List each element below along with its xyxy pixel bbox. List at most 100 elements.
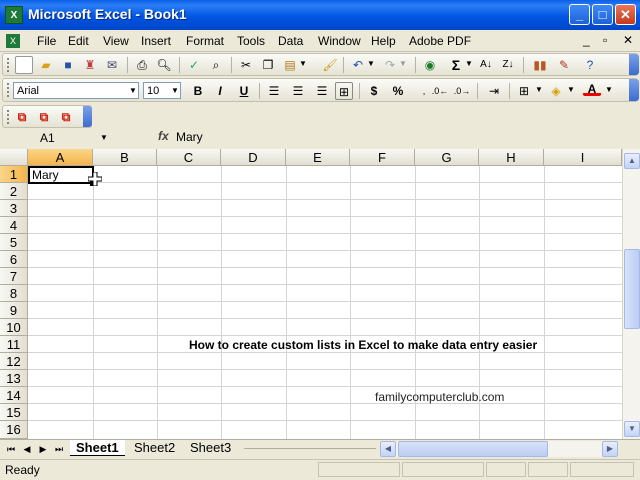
font-color-dropdown-icon[interactable]: ▼ — [605, 82, 613, 98]
convert-review-pdf-icon[interactable]: ⧉ — [57, 108, 75, 126]
row-header-15[interactable]: 15 — [0, 404, 28, 421]
bold-button[interactable]: B — [189, 82, 207, 100]
toolbar-options-icon[interactable] — [83, 106, 92, 127]
indent-icon[interactable]: ⇥ — [485, 82, 503, 100]
spelling-icon[interactable]: ✓ — [185, 56, 203, 74]
menu-file[interactable]: File — [37, 34, 56, 48]
menu-data[interactable]: Data — [278, 34, 303, 48]
first-sheet-button[interactable]: ⏮ — [4, 442, 18, 456]
select-all-corner[interactable] — [0, 149, 28, 166]
borders-dropdown-icon[interactable]: ▼ — [535, 82, 543, 98]
column-header-h[interactable]: H — [479, 149, 544, 166]
row-header-16[interactable]: 16 — [0, 421, 28, 439]
row-header-6[interactable]: 6 — [0, 251, 28, 268]
cut-icon[interactable]: ✂ — [237, 56, 255, 74]
insert-function-icon[interactable]: fx — [158, 129, 169, 143]
last-sheet-button[interactable]: ⏭ — [52, 442, 66, 456]
paste-icon[interactable]: ▤ — [281, 56, 299, 74]
menu-tools[interactable]: Tools — [237, 34, 265, 48]
italic-button[interactable]: I — [211, 82, 229, 100]
name-box[interactable]: A1 — [2, 129, 112, 147]
autosum-icon[interactable]: Σ — [447, 56, 465, 74]
borders-icon[interactable]: ⊞ — [515, 82, 533, 100]
percent-button[interactable]: % — [389, 82, 407, 100]
vertical-scroll-thumb[interactable] — [624, 249, 640, 329]
horizontal-scroll-thumb[interactable] — [398, 441, 548, 457]
minimize-button[interactable]: _ — [569, 4, 590, 25]
toolbar-grip[interactable] — [7, 83, 10, 97]
toolbar-grip[interactable] — [7, 110, 10, 124]
merge-center-icon[interactable]: ⊞ — [335, 82, 353, 100]
row-header-3[interactable]: 3 — [0, 200, 28, 217]
save-icon[interactable]: ■ — [59, 56, 77, 74]
underline-button[interactable]: U — [235, 82, 253, 100]
row-header-7[interactable]: 7 — [0, 268, 28, 285]
column-header-f[interactable]: F — [350, 149, 415, 166]
chart-wizard-icon[interactable]: ▮▮ — [531, 56, 549, 74]
vertical-scrollbar[interactable]: ▲ ▼ — [622, 149, 640, 439]
column-header-g[interactable]: G — [415, 149, 479, 166]
column-header-b[interactable]: B — [93, 149, 157, 166]
doc-restore-button[interactable]: ▫ — [603, 33, 607, 47]
excel-icon[interactable]: X — [5, 6, 23, 24]
font-name-input[interactable]: Arial — [13, 82, 139, 99]
redo-dropdown-icon[interactable]: ▼ — [399, 56, 407, 72]
print-icon[interactable]: ⎙ — [133, 56, 151, 74]
align-left-icon[interactable]: ☰ — [265, 82, 283, 100]
menu-help[interactable]: Help — [371, 34, 396, 48]
email-icon[interactable]: ✉ — [103, 56, 121, 74]
paste-dropdown-icon[interactable]: ▼ — [299, 56, 307, 72]
formula-input[interactable]: Mary — [176, 130, 203, 144]
redo-icon[interactable]: ↷ — [381, 56, 399, 74]
font-size-dropdown-icon[interactable]: ▼ — [169, 83, 181, 99]
research-icon[interactable]: ⌕ — [207, 56, 225, 74]
name-box-dropdown-icon[interactable]: ▼ — [98, 130, 110, 146]
increase-decimal-icon[interactable]: .0← — [431, 82, 449, 100]
scroll-up-button[interactable]: ▲ — [624, 153, 640, 169]
cell-a1[interactable]: Mary — [28, 166, 94, 184]
worksheet-grid[interactable]: A B C D E F G H I 1 2 3 4 5 6 7 8 9 10 1… — [0, 149, 622, 439]
row-header-10[interactable]: 10 — [0, 319, 28, 336]
permission-icon[interactable]: ♜ — [81, 56, 99, 74]
row-header-14[interactable]: 14 — [0, 387, 28, 404]
align-right-icon[interactable]: ☰ — [313, 82, 331, 100]
column-header-d[interactable]: D — [221, 149, 286, 166]
column-header-i[interactable]: I — [544, 149, 622, 166]
sheet-tab-sheet2[interactable]: Sheet2 — [128, 440, 181, 456]
scroll-down-button[interactable]: ▼ — [624, 421, 640, 437]
fill-color-icon[interactable]: ◈ — [547, 82, 565, 100]
sheet-tab-sheet3[interactable]: Sheet3 — [184, 440, 237, 456]
menu-format[interactable]: Format — [186, 34, 224, 48]
doc-minimize-button[interactable]: _ — [583, 33, 590, 47]
autosum-dropdown-icon[interactable]: ▼ — [465, 56, 473, 72]
hyperlink-icon[interactable]: ◉ — [421, 56, 439, 74]
scroll-left-button[interactable]: ◀ — [380, 441, 396, 457]
scroll-right-button[interactable]: ▶ — [602, 441, 618, 457]
sort-descending-icon[interactable]: Z↓ — [499, 56, 517, 74]
menu-view[interactable]: View — [103, 34, 129, 48]
sheet-tab-sheet1[interactable]: Sheet1 — [70, 440, 125, 456]
row-header-9[interactable]: 9 — [0, 302, 28, 319]
row-header-11[interactable]: 11 — [0, 336, 28, 353]
next-sheet-button[interactable]: ▶ — [36, 442, 50, 456]
copy-icon[interactable]: ❐ — [259, 56, 277, 74]
row-header-2[interactable]: 2 — [0, 183, 28, 200]
close-button[interactable]: ✕ — [615, 4, 636, 25]
currency-button[interactable]: $ — [365, 82, 383, 100]
toolbar-options-icon[interactable] — [629, 79, 639, 101]
print-preview-icon[interactable]: 🔍︎ — [155, 56, 173, 74]
convert-to-pdf-icon[interactable]: ⧉ — [13, 108, 31, 126]
help-icon[interactable]: ? — [581, 56, 599, 74]
open-icon[interactable]: ▰ — [37, 56, 55, 74]
fill-color-dropdown-icon[interactable]: ▼ — [567, 82, 575, 98]
row-header-8[interactable]: 8 — [0, 285, 28, 302]
font-name-dropdown-icon[interactable]: ▼ — [127, 83, 139, 99]
convert-email-pdf-icon[interactable]: ⧉ — [35, 108, 53, 126]
prev-sheet-button[interactable]: ◀ — [20, 442, 34, 456]
menu-adobe-pdf[interactable]: Adobe PDF — [409, 34, 471, 48]
row-header-5[interactable]: 5 — [0, 234, 28, 251]
column-header-e[interactable]: E — [286, 149, 350, 166]
undo-dropdown-icon[interactable]: ▼ — [367, 56, 375, 72]
row-header-13[interactable]: 13 — [0, 370, 28, 387]
doc-close-button[interactable]: ✕ — [623, 33, 633, 47]
